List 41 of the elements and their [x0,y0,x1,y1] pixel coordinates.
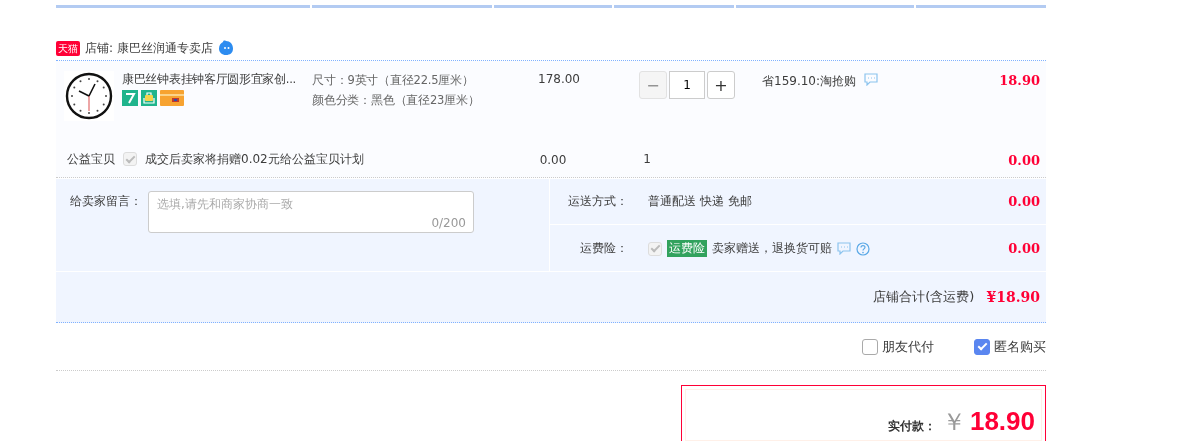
item-total: 18.90 [999,73,1040,88]
chat-icon[interactable] [837,242,851,255]
unit-price: 178.00 [538,72,580,86]
sku-text: 尺寸：9英寸（直径22.5厘米） [312,73,475,88]
insurance-label: 运费险： [579,240,628,257]
promo-text: 省159.10:淘抢购 [762,73,857,90]
payment-label: 实付款： [887,418,936,435]
seven-day-return-icon [122,90,138,106]
charity-label: 公益宝贝 [67,150,115,168]
chat-bubble-icon[interactable] [217,40,234,56]
insurance-fee: 0.00 [1008,241,1040,256]
shipping-method[interactable]: 普通配送 快递 免邮 [648,193,1009,210]
char-counter: 0/200 [431,216,466,230]
checkbox[interactable] [862,338,878,355]
item-total: 0.00 [1008,152,1040,168]
insurance-tag: 运费险 [667,240,707,257]
increase-button[interactable]: + [707,71,735,99]
checkbox[interactable] [974,338,990,355]
shop-total: ¥18.90 [986,289,1040,305]
option-label[interactable]: 朋友代付 [882,337,934,356]
shipping-fee: 0.00 [1008,194,1040,209]
payment-amount: 18.90 [969,406,1035,437]
memo-label: 给卖家留言： [70,193,142,210]
charity-text: 成交后卖家将捐赠0.02元给公益宝贝计划 [145,150,364,168]
shipping-label: 运送方式： [567,193,628,210]
item-title[interactable]: 康巴丝钟表挂钟客厅圆形宜家创... [122,72,296,87]
bag-icon [141,90,157,106]
card-icon [160,90,184,106]
shop-name[interactable]: 店铺: 康巴丝润通专卖店 [85,39,213,57]
sku-text: 颜色分类：黑色（直径23厘米） [312,93,481,108]
insurance-text: 卖家赠送，退换货可赔 [712,240,832,257]
store-badge: 天猫 [56,40,80,56]
chat-icon[interactable] [864,73,879,86]
quantity-field[interactable]: 1 [669,71,705,99]
clock-thumbnail[interactable] [64,71,114,121]
help-icon[interactable] [856,241,870,256]
currency-sign: ￥ [941,407,966,438]
quantity-text: 1 [643,152,651,166]
unit-price: 0.00 [539,152,567,167]
option-label[interactable]: 匿名购买 [994,337,1046,356]
shop-total-label: 店铺合计(含运费) [873,288,975,306]
